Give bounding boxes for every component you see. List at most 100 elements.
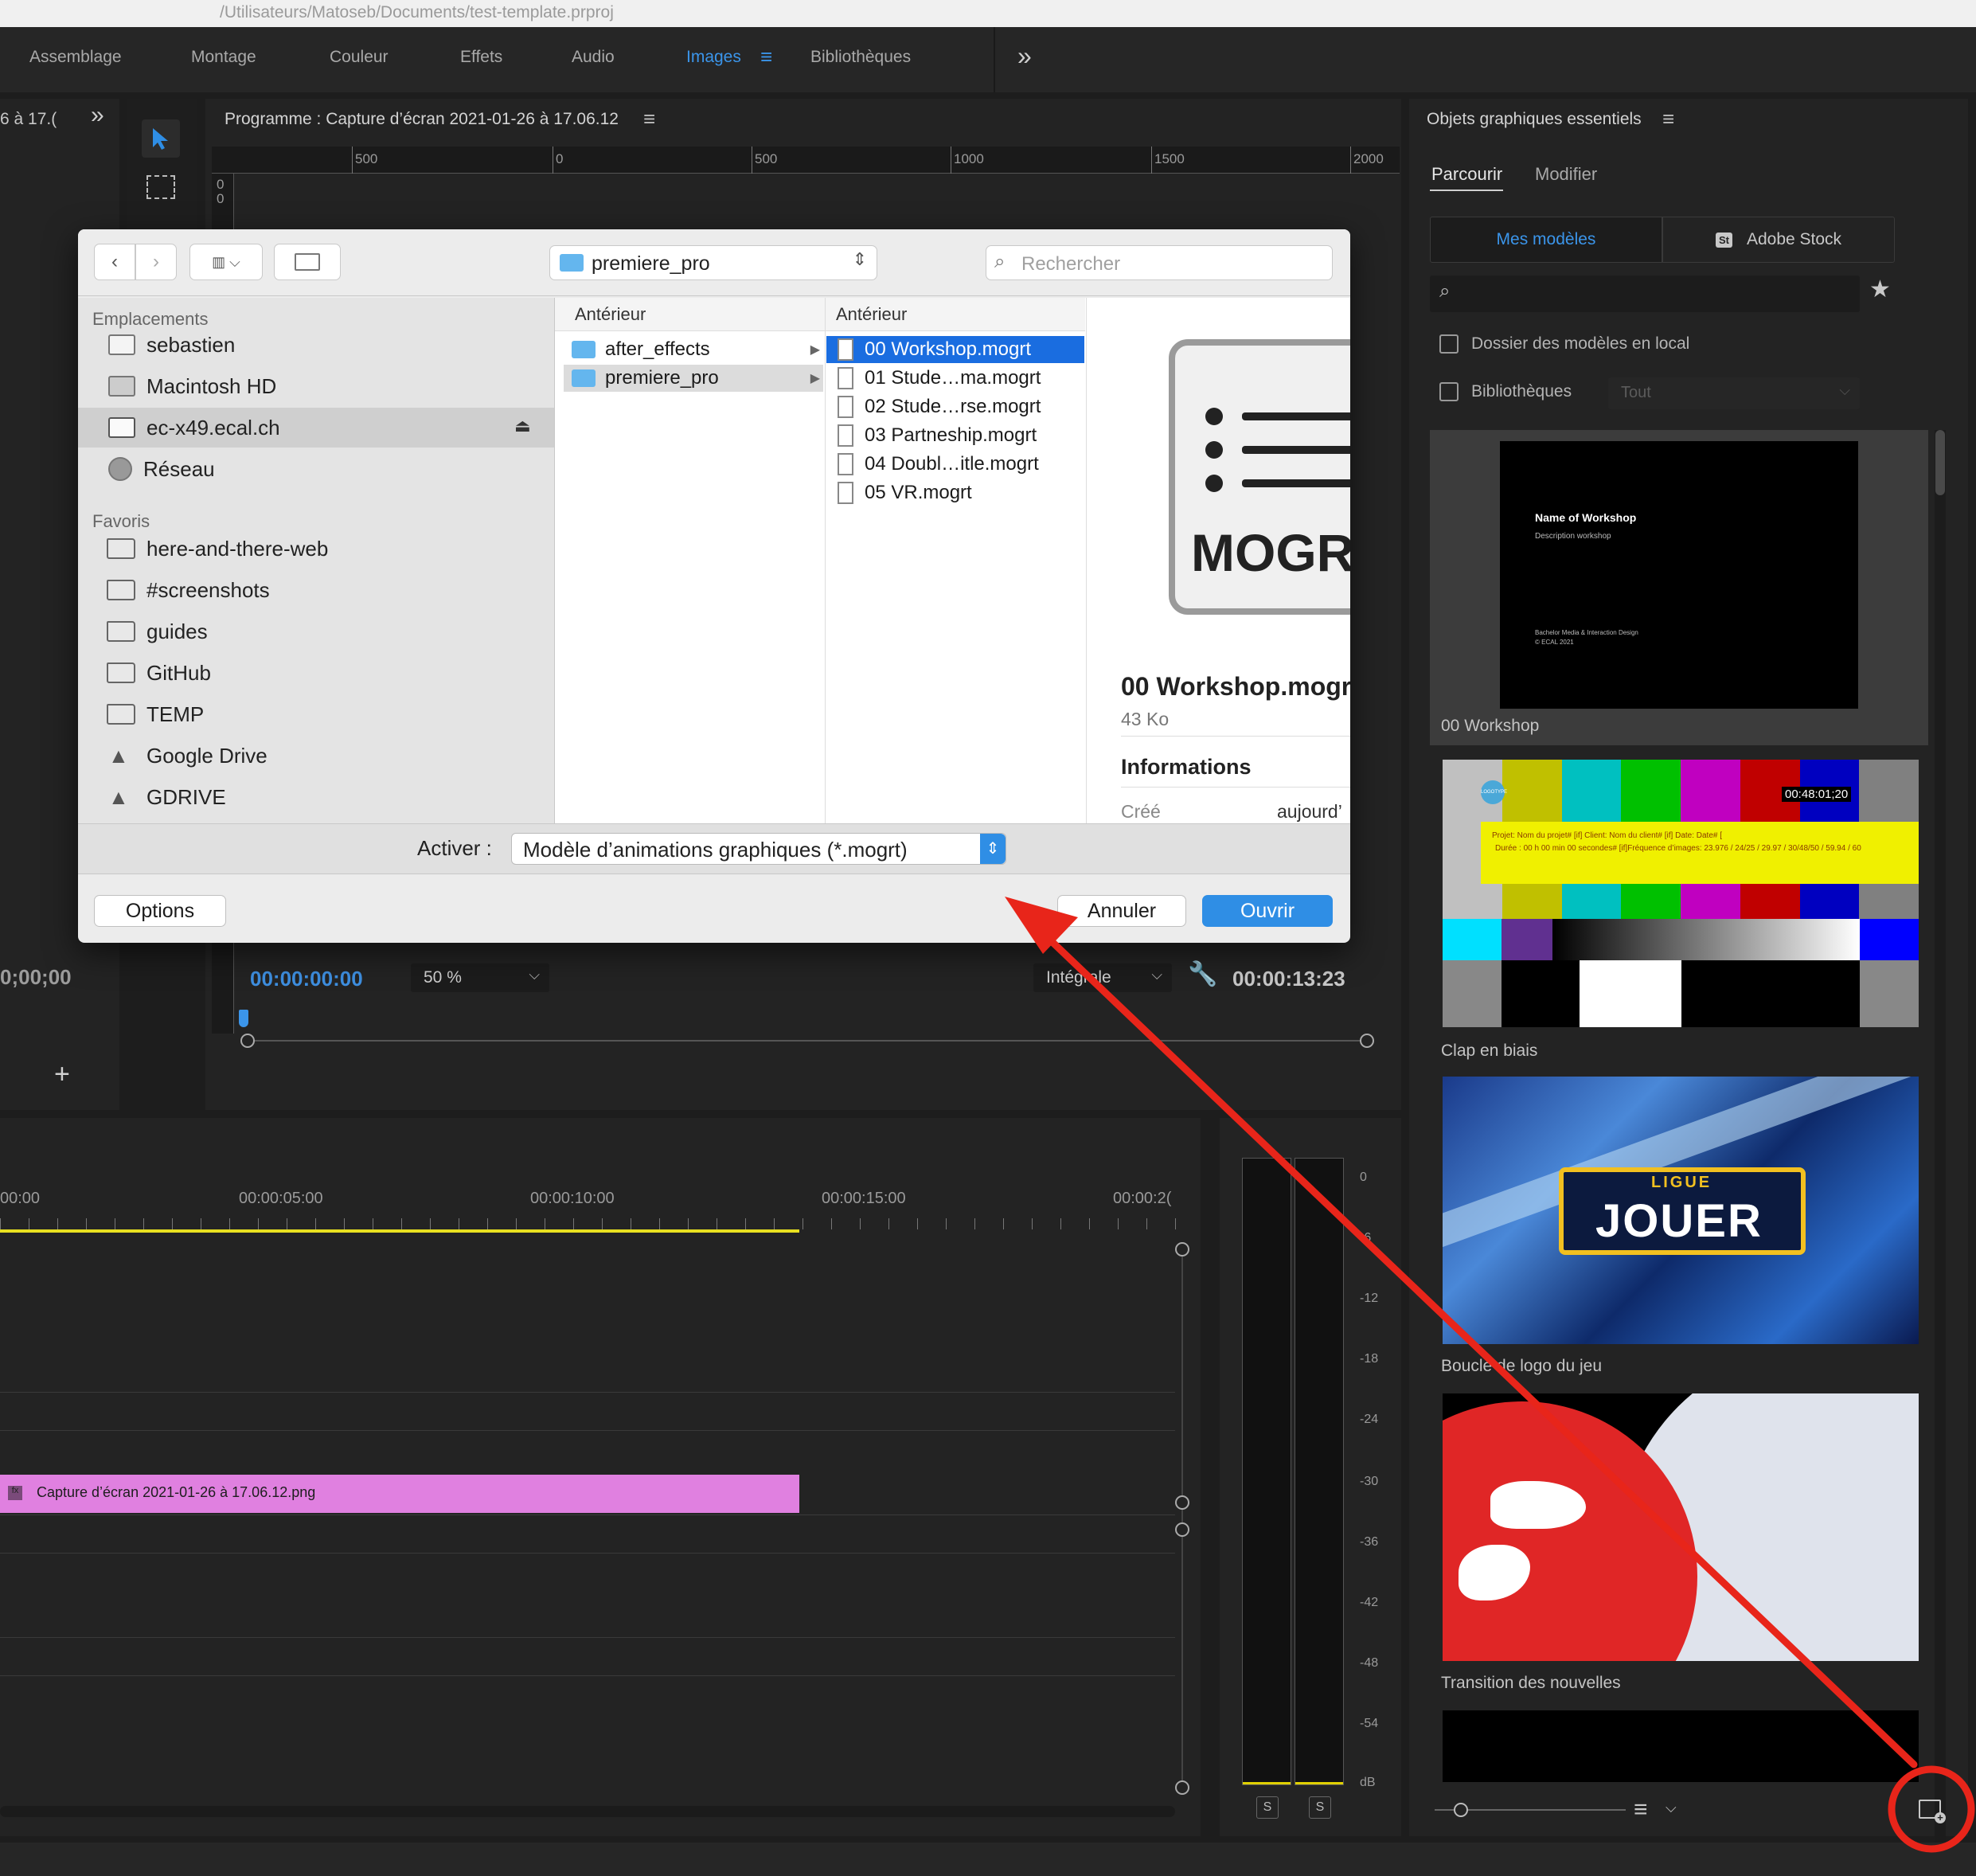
tab-parcourir[interactable]: Parcourir bbox=[1431, 164, 1502, 185]
template-search-input[interactable]: ⌕ bbox=[1430, 276, 1860, 312]
solo-button-right[interactable]: S bbox=[1309, 1796, 1331, 1819]
file-row[interactable]: 04 Doubl…itle.mogrt bbox=[826, 451, 1084, 478]
sidebar-item-favorite[interactable]: TEMP bbox=[78, 694, 554, 734]
checkbox-libraries[interactable] bbox=[1439, 382, 1459, 401]
vertical-scrollbar[interactable] bbox=[1181, 1250, 1183, 1792]
workspace-more-icon[interactable]: » bbox=[1017, 41, 1032, 71]
source-mes-modeles[interactable]: Mes modèles bbox=[1430, 217, 1662, 263]
template-name: Clap en biais bbox=[1441, 1042, 1538, 1060]
column-divider[interactable] bbox=[825, 298, 826, 823]
sidebar-item-label: TEMP bbox=[146, 702, 205, 726]
template-card-clap[interactable]: LOGOTYPE 00:48:01;20 Projet: Nom du proj… bbox=[1430, 760, 1928, 1062]
chevron-down-icon[interactable]: ⌵ bbox=[1666, 1800, 1677, 1816]
libraries-select[interactable]: Tout ⌵ bbox=[1608, 377, 1860, 409]
file-row[interactable]: 01 Stude…ma.mogrt bbox=[826, 365, 1084, 392]
scrub-bar[interactable] bbox=[250, 1040, 1365, 1042]
sidebar-item-favorite[interactable]: here-and-there-web bbox=[78, 529, 554, 569]
track-divider bbox=[0, 1392, 1175, 1393]
location-popup[interactable]: premiere_pro ⇕ bbox=[549, 245, 877, 280]
workspace-tab-effets[interactable]: Effets bbox=[460, 48, 502, 67]
sidebar-item-label: Réseau bbox=[143, 456, 215, 481]
workspace-tab-audio[interactable]: Audio bbox=[572, 48, 615, 67]
preview-created-value: aujourd’ bbox=[1277, 801, 1342, 822]
template-card-partial[interactable] bbox=[1443, 1710, 1919, 1782]
file-row-selected[interactable]: 00 Workshop.mogrt bbox=[826, 336, 1084, 363]
egp-scrollbar[interactable] bbox=[1935, 430, 1946, 1847]
cancel-button[interactable]: Annuler bbox=[1057, 895, 1186, 927]
workspace-menu-icon[interactable]: ≡ bbox=[760, 45, 772, 69]
open-button[interactable]: Ouvrir bbox=[1202, 895, 1333, 927]
quality-select[interactable]: Intégrale ⌵ bbox=[1033, 963, 1172, 992]
folder-row[interactable]: after_effects ▶ bbox=[564, 336, 823, 363]
new-folder-button[interactable] bbox=[274, 244, 341, 280]
program-menu-icon[interactable]: ≡ bbox=[643, 107, 655, 131]
timeline-ruler-label: 00:00:05:00 bbox=[239, 1190, 323, 1207]
sidebar-item-favorite[interactable]: GitHub bbox=[78, 653, 554, 693]
workspace-tab-assemblage[interactable]: Assemblage bbox=[29, 48, 122, 67]
forward-button[interactable]: › bbox=[135, 244, 177, 280]
sidebar-item-favorite[interactable]: #screenshots bbox=[78, 570, 554, 610]
sidebar-item-favorite[interactable]: ▲ GDRIVE bbox=[78, 777, 554, 817]
left-add-icon[interactable]: + bbox=[54, 1059, 70, 1090]
column-header-1[interactable]: Antérieur bbox=[575, 304, 646, 325]
program-timecode-in[interactable]: 00:00:00:00 bbox=[250, 967, 363, 991]
egp-menu-icon[interactable]: ≡ bbox=[1662, 107, 1674, 131]
sidebar-item-server[interactable]: ec-x49.ecal.ch ⏏ bbox=[78, 408, 554, 448]
column-header-2[interactable]: Antérieur bbox=[836, 304, 907, 325]
scroll-handle[interactable] bbox=[1175, 1780, 1189, 1795]
scrub-out-handle[interactable] bbox=[1360, 1034, 1374, 1048]
template-card-game-logo[interactable]: LIGUE JOUER Boucle de logo du jeu bbox=[1430, 1077, 1928, 1379]
options-button[interactable]: Options bbox=[94, 895, 226, 927]
favorite-star-icon[interactable]: ★ bbox=[1869, 276, 1891, 303]
dialog-search-input[interactable]: ⌕ Rechercher bbox=[986, 245, 1333, 280]
view-mode-button[interactable]: ▥ ⌵ bbox=[189, 244, 263, 280]
sidebar-item-favorite[interactable]: guides bbox=[78, 612, 554, 651]
horizontal-scrollbar[interactable] bbox=[0, 1806, 1175, 1817]
file-name: 01 Stude…ma.mogrt bbox=[865, 367, 1041, 389]
sidebar-item-sebastien[interactable]: sebastien bbox=[78, 325, 554, 365]
file-row[interactable]: 02 Stude…rse.mogrt bbox=[826, 393, 1084, 420]
sort-icon[interactable]: ≡ bbox=[1634, 1796, 1648, 1823]
file-row[interactable]: 05 VR.mogrt bbox=[826, 479, 1084, 506]
source-adobe-stock[interactable]: St Adobe Stock bbox=[1662, 217, 1895, 263]
sidebar-item-reseau[interactable]: Réseau bbox=[78, 449, 554, 489]
left-panel-tab[interactable]: 6 à 17.( bbox=[0, 110, 57, 129]
left-panel-more-icon[interactable]: » bbox=[91, 102, 104, 129]
open-file-dialog: ‹ › ▥ ⌵ premiere_pro ⇕ ⌕ Rechercher Empl… bbox=[78, 229, 1350, 943]
sidebar-item-favorite[interactable]: ▲ Google Drive bbox=[78, 736, 554, 776]
scroll-handle[interactable] bbox=[1175, 1495, 1189, 1510]
checkbox-local[interactable] bbox=[1439, 334, 1459, 354]
solo-button-left[interactable]: S bbox=[1256, 1796, 1279, 1819]
playhead-marker[interactable] bbox=[239, 1010, 248, 1027]
disclosure-icon: ▶ bbox=[810, 372, 820, 385]
tab-modifier[interactable]: Modifier bbox=[1535, 164, 1597, 185]
column-divider[interactable] bbox=[1086, 298, 1087, 823]
egp-scroll-thumb[interactable] bbox=[1935, 430, 1945, 495]
file-row[interactable]: 03 Partneship.mogrt bbox=[826, 422, 1084, 449]
workspace-tab-couleur[interactable]: Couleur bbox=[330, 48, 389, 67]
back-button[interactable]: ‹ bbox=[94, 244, 135, 280]
video-clip[interactable]: fx Capture d’écran 2021-01-26 à 17.06.12… bbox=[0, 1475, 799, 1513]
workspace-tab-images[interactable]: Images bbox=[686, 48, 741, 67]
workspace-tab-montage[interactable]: Montage bbox=[191, 48, 256, 67]
selection-tool-icon[interactable] bbox=[142, 119, 180, 158]
scroll-handle[interactable] bbox=[1175, 1522, 1189, 1537]
workspace-tab-bibliotheques[interactable]: Bibliothèques bbox=[810, 48, 911, 67]
meter-scale-label: -12 bbox=[1360, 1292, 1379, 1305]
sidebar-item-label: sebastien bbox=[146, 332, 236, 357]
work-area-bar[interactable] bbox=[0, 1229, 799, 1233]
slider-handle[interactable] bbox=[1454, 1803, 1468, 1817]
template-card-news[interactable]: Transition des nouvelles bbox=[1430, 1393, 1928, 1696]
folder-row-selected[interactable]: premiere_pro ▶ bbox=[564, 365, 823, 392]
zoom-select[interactable]: 50 % ⌵ bbox=[411, 963, 549, 992]
timeline-panel: 00:00 00:00:05:00 00:00:10:00 00:00:15:0… bbox=[0, 1118, 1201, 1836]
eject-icon[interactable]: ⏏ bbox=[514, 416, 531, 436]
sidebar-item-macintosh-hd[interactable]: Macintosh HD bbox=[78, 366, 554, 406]
wrench-icon[interactable]: 🔧 bbox=[1188, 960, 1217, 988]
scroll-handle[interactable] bbox=[1175, 1242, 1189, 1257]
track-select-tool-icon[interactable] bbox=[146, 175, 175, 199]
install-template-icon[interactable]: + bbox=[1919, 1800, 1946, 1823]
template-card-workshop[interactable]: Name of Workshop Description workshop Ba… bbox=[1430, 430, 1928, 745]
scrub-in-handle[interactable] bbox=[240, 1034, 255, 1048]
file-type-select[interactable]: Modèle d’animations graphiques (*.mogrt)… bbox=[511, 833, 1006, 865]
